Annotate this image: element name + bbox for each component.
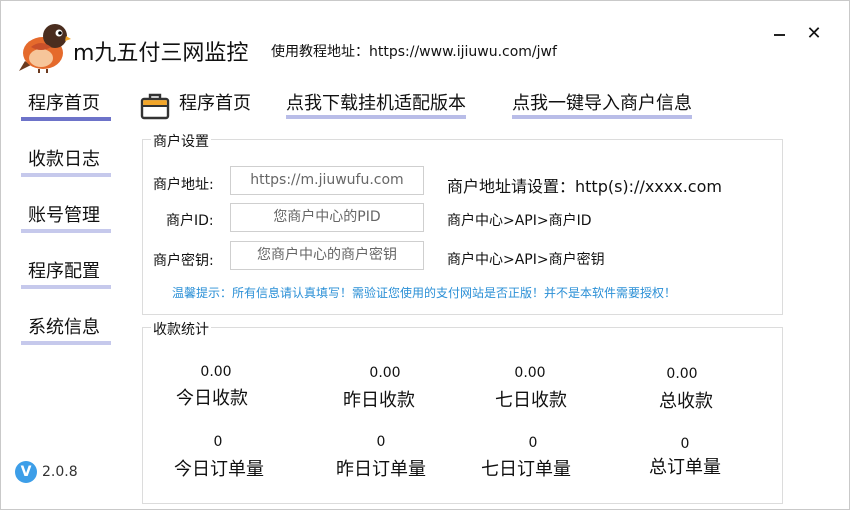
tutorial-link[interactable]: https://www.ijiuwu.com/jwf bbox=[369, 44, 557, 60]
notice-text: 温馨提示：所有信息请认真填写！需验证您使用的支付网站是否正版！并不是本软件需要授… bbox=[172, 286, 677, 300]
total-orders-label: 总订单量 bbox=[649, 457, 721, 478]
sidebar-item-home[interactable]: 程序首页 bbox=[21, 91, 111, 121]
sidebar-item-accounts[interactable]: 账号管理 bbox=[21, 203, 111, 233]
tab-home[interactable]: 程序首页 bbox=[179, 92, 251, 119]
merchant-settings-title: 商户设置 bbox=[151, 131, 211, 151]
merchant-address-input[interactable]: https://m.jiuwufu.com bbox=[230, 166, 424, 195]
merchant-id-label: 商户ID: bbox=[166, 213, 214, 229]
sidebar-item-payment-log[interactable]: 收款日志 bbox=[21, 147, 111, 177]
payment-stats-group: 收款统计 0.00 今日收款 0.00 昨日收款 0.00 七日收款 0.00 … bbox=[142, 319, 783, 504]
seven-day-orders-value: 0 bbox=[528, 435, 538, 451]
merchant-address-label: 商户地址: bbox=[153, 177, 214, 193]
import-merchant-link[interactable]: 点我一键导入商户信息 bbox=[512, 92, 692, 119]
tutorial-info: 使用教程地址：https://www.ijiuwu.com/jwf bbox=[271, 41, 557, 61]
merchant-settings-group: 商户设置 商户地址: https://m.jiuwufu.com 商户地址请设置… bbox=[142, 131, 783, 315]
payment-stats-title: 收款统计 bbox=[151, 319, 211, 339]
merchant-address-hint: 商户地址请设置：http(s)://xxxx.com bbox=[447, 177, 722, 196]
total-amount-value: 0.00 bbox=[666, 366, 698, 382]
yesterday-orders-label: 昨日订单量 bbox=[336, 459, 426, 480]
today-amount-value: 0.00 bbox=[200, 364, 232, 380]
app-window: m九五付三网监控 使用教程地址：https://www.ijiuwu.com/j… bbox=[0, 0, 850, 510]
merchant-id-input[interactable]: 您商户中心的PID bbox=[230, 203, 424, 232]
yesterday-amount-value: 0.00 bbox=[369, 365, 401, 381]
seven-day-amount-label: 七日收款 bbox=[495, 390, 567, 411]
tutorial-label: 使用教程地址： bbox=[271, 44, 369, 60]
today-amount-label: 今日收款 bbox=[176, 388, 248, 409]
sidebar-item-system-info[interactable]: 系统信息 bbox=[21, 315, 111, 345]
merchant-id-hint: 商户中心>API>商户ID bbox=[447, 213, 592, 229]
yesterday-orders-value: 0 bbox=[376, 434, 386, 450]
seven-day-orders-label: 七日订单量 bbox=[481, 459, 571, 480]
download-link[interactable]: 点我下载挂机适配版本 bbox=[286, 92, 466, 119]
version-number: 2.0.8 bbox=[42, 464, 78, 480]
seven-day-amount-value: 0.00 bbox=[514, 365, 546, 381]
briefcase-icon bbox=[140, 93, 170, 120]
total-amount-label: 总收款 bbox=[659, 391, 713, 412]
merchant-key-input[interactable]: 您商户中心的商户密钥 bbox=[230, 241, 424, 270]
bird-logo-icon bbox=[19, 24, 71, 73]
app-title: m九五付三网监控 bbox=[73, 41, 249, 66]
minimize-button[interactable] bbox=[769, 25, 791, 43]
yesterday-amount-label: 昨日收款 bbox=[343, 390, 415, 411]
merchant-key-label: 商户密钥: bbox=[153, 253, 214, 269]
today-orders-label: 今日订单量 bbox=[174, 459, 264, 480]
sidebar-item-config[interactable]: 程序配置 bbox=[21, 259, 111, 289]
merchant-key-hint: 商户中心>API>商户密钥 bbox=[447, 252, 605, 268]
version-icon: V bbox=[15, 461, 37, 483]
total-orders-value: 0 bbox=[680, 436, 690, 452]
today-orders-value: 0 bbox=[213, 434, 223, 450]
close-button[interactable]: ✕ bbox=[803, 25, 825, 43]
